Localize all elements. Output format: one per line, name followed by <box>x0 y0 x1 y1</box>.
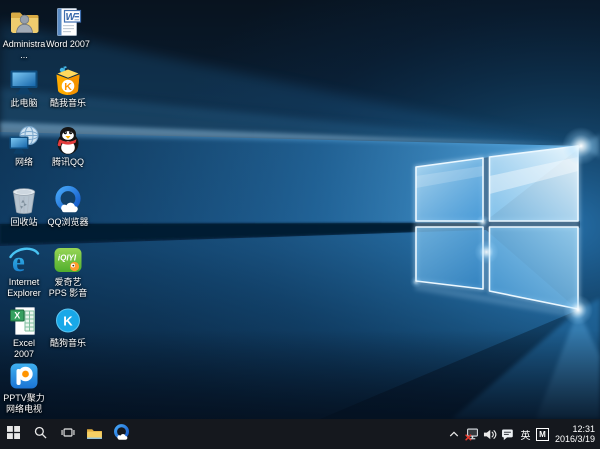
desktop-icon-network[interactable]: 网络 <box>2 124 46 168</box>
taskbar: 英 M 12:31 2016/3/19 <box>0 419 600 449</box>
qq-browser-taskbar-button[interactable] <box>108 419 135 449</box>
icon-label: Internet Explorer <box>2 277 46 299</box>
network-globe-icon <box>8 124 40 156</box>
desktop-icon-pptv[interactable]: PPTV聚力 网络电视 <box>2 360 46 415</box>
task-view-button[interactable] <box>54 419 81 449</box>
file-explorer-icon <box>86 426 103 443</box>
clock-date: 2016/3/19 <box>555 434 595 445</box>
internet-explorer-icon: e <box>8 244 40 276</box>
qq-browser-icon <box>52 184 84 216</box>
word-document-icon: W <box>52 6 84 38</box>
desktop-icon-iqiyi-pps[interactable]: iQIYI 爱奇艺PPS 影音 <box>46 244 90 299</box>
windows-logo-icon <box>7 426 20 442</box>
windows-desktop: { "desktop": { "icons": [ {"label": "Adm… <box>0 0 600 449</box>
icon-label: 酷我音乐 <box>50 98 86 109</box>
task-view-icon <box>61 426 75 442</box>
desktop-icon-internet-explorer[interactable]: e Internet Explorer <box>2 244 46 299</box>
desktop-icon-kugou-music[interactable]: K 酷狗音乐 <box>46 305 90 349</box>
kuwo-box-icon: K <box>52 65 84 97</box>
taskbar-clock[interactable]: 12:31 2016/3/19 <box>551 419 600 449</box>
message-tray-icon[interactable] <box>500 419 516 449</box>
desktop-icon-administrator[interactable]: Administra... <box>2 6 46 61</box>
icon-label: 此电脑 <box>10 98 37 109</box>
pptv-icon <box>8 360 40 392</box>
desktop-icon-kuwo-music[interactable]: K 酷我音乐 <box>46 65 90 109</box>
computer-monitor-icon <box>8 65 40 97</box>
iqiyi-pps-icon: iQIYI <box>52 244 84 276</box>
icon-label: Excel 2007 <box>2 338 46 360</box>
kugou-icon: K <box>52 305 84 337</box>
language-indicator[interactable]: 英 <box>518 419 533 449</box>
desktop-icon-excel-2007[interactable]: X Excel 2007 <box>2 305 46 360</box>
search-button[interactable] <box>27 419 54 449</box>
desktop-icon-tencent-qq[interactable]: 腾讯QQ <box>46 124 90 168</box>
recycle-bin-icon <box>8 184 40 216</box>
desktop-wallpaper <box>0 0 600 419</box>
icon-label: 回收站 <box>10 217 37 228</box>
desktop-icon-word-2007[interactable]: W Word 2007 <box>46 6 90 50</box>
qq-browser-icon <box>112 423 131 445</box>
icon-label: PPTV聚力 网络电视 <box>2 393 46 415</box>
qq-penguin-icon <box>52 124 84 156</box>
icon-label: 酷狗音乐 <box>50 338 86 349</box>
svg-text:X: X <box>14 311 20 321</box>
icon-label: QQ浏览器 <box>47 217 88 228</box>
svg-text:K: K <box>64 81 72 93</box>
ime-indicator[interactable]: M <box>536 428 549 441</box>
volume-icon[interactable] <box>482 419 498 449</box>
excel-spreadsheet-icon: X <box>8 305 40 337</box>
network-disconnected-icon[interactable] <box>464 419 480 449</box>
start-button[interactable] <box>0 419 27 449</box>
system-tray: 英 M 12:31 2016/3/19 <box>445 419 600 449</box>
icon-label: Administra... <box>2 39 46 61</box>
icon-label: 爱奇艺PPS 影音 <box>46 277 90 299</box>
desktop-icon-qq-browser[interactable]: QQ浏览器 <box>46 184 90 228</box>
svg-text:K: K <box>63 314 73 329</box>
desktop-icon-this-pc[interactable]: 此电脑 <box>2 65 46 109</box>
icon-label: 网络 <box>15 157 33 168</box>
desktop-icon-recycle-bin[interactable]: 回收站 <box>2 184 46 228</box>
tray-overflow-chevron-icon[interactable] <box>446 419 462 449</box>
search-icon <box>34 426 47 442</box>
file-explorer-button[interactable] <box>81 419 108 449</box>
icon-label: 腾讯QQ <box>52 157 84 168</box>
user-folder-icon <box>8 6 40 38</box>
icon-label: Word 2007 <box>46 39 90 50</box>
clock-time: 12:31 <box>555 424 595 435</box>
svg-text:iQIYI: iQIYI <box>58 254 77 263</box>
